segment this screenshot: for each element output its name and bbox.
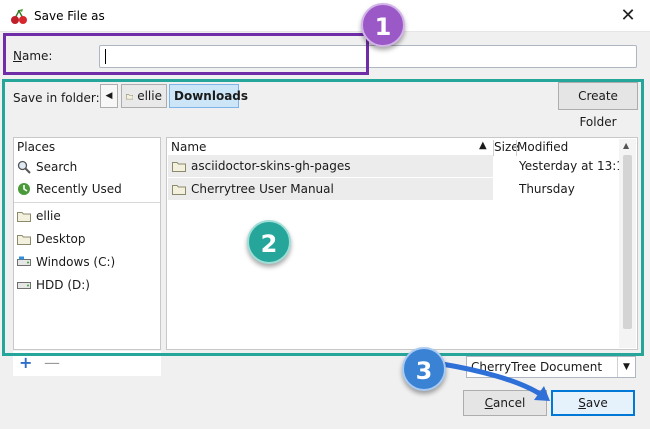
name-label: Name: [13,49,53,63]
sidebar-item-recently-used[interactable]: Recently Used [17,179,122,199]
file-name: asciidoctor-skins-gh-pages [191,159,351,173]
scroll-up-icon[interactable]: ▲ [623,141,629,150]
places-divider [14,202,160,203]
sidebar-item-windows-c[interactable]: Windows (C:) [17,252,115,272]
file-list-scrollbar[interactable]: ▲ [619,139,636,348]
drive-icon [17,256,31,266]
scrollbar-thumb[interactable] [623,155,632,329]
callout-badge-3: 3 [402,347,446,391]
file-modified: Thursday [519,182,575,196]
sidebar-item-search[interactable]: Search [17,157,77,177]
column-header-size[interactable]: Size [494,140,519,154]
folder-icon [126,93,134,99]
save-button[interactable]: Save [551,390,635,416]
drive-icon [17,282,31,289]
places-sidebar: Places Search Recently Used ellie Deskto… [13,137,161,350]
path-back-button[interactable]: ◀ [100,84,118,108]
search-icon [17,160,31,174]
add-bookmark-icon[interactable]: + [19,353,32,372]
file-list: Name ▲ Size Modified asciidoctor-skins-g… [166,137,638,350]
file-type-select[interactable]: CherryTree Document ▼ [466,356,636,378]
path-crumb-ellie[interactable]: ellie [121,84,167,108]
places-footer: + — [13,351,161,376]
save-in-folder-label: Save in folder: [13,91,100,105]
sidebar-item-hdd-d[interactable]: HDD (D:) [17,275,90,295]
sidebar-item-ellie[interactable]: ellie [17,206,61,226]
path-crumb-downloads[interactable]: Downloads [169,84,248,108]
folder-icon [17,234,31,245]
sort-ascending-icon: ▲ [479,140,487,151]
file-name: Cherrytree User Manual [191,182,334,196]
file-row[interactable]: Cherrytree User Manual [168,178,493,200]
callout-badge-2: 2 [247,220,291,264]
close-button[interactable]: ✕ [606,0,650,32]
column-header-modified[interactable]: Modified [517,140,568,154]
cherry-app-icon [11,9,27,24]
file-modified: Yesterday at 13:17 [519,159,632,173]
close-icon: ✕ [620,5,636,26]
text-caret [105,49,106,64]
places-header: Places [17,140,56,154]
callout-badge-1: 1 [361,3,405,47]
title-bar: Save File as ✕ [0,0,650,32]
chevron-down-icon: ▼ [617,357,635,377]
column-header-name[interactable]: Name [171,140,206,154]
recent-icon [18,183,30,195]
create-folder-button[interactable]: Create Folder [558,82,638,129]
cancel-button[interactable]: Cancel [463,390,547,416]
window-title: Save File as [34,9,105,23]
folder-icon [17,211,31,222]
remove-bookmark-icon[interactable]: — [44,353,60,372]
name-input[interactable] [99,45,637,68]
triangle-left-icon: ◀ [105,91,113,101]
sidebar-item-desktop[interactable]: Desktop [17,229,86,249]
folder-icon [172,161,186,172]
file-row[interactable]: asciidoctor-skins-gh-pages [168,155,493,177]
folder-icon [172,184,186,195]
